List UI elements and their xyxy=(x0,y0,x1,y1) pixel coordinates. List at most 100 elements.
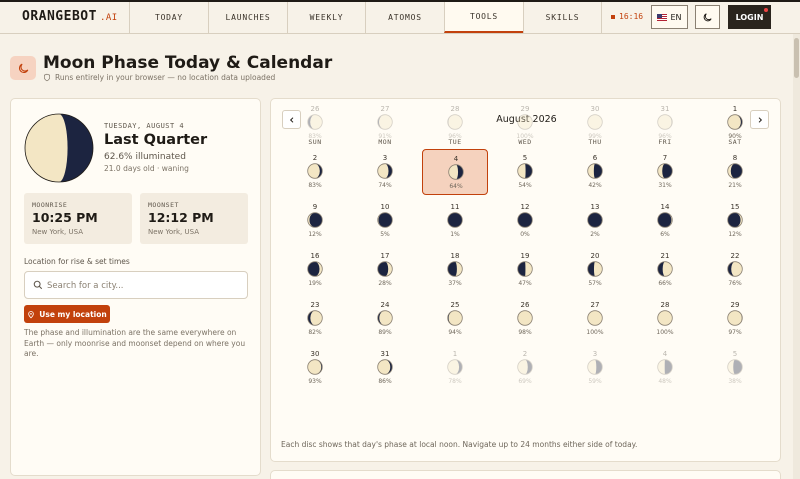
illumination-percent: 100% xyxy=(656,329,674,336)
moon-phase-disc xyxy=(517,359,533,375)
phase-name: Last Quarter xyxy=(104,132,208,148)
moon-phase-disc xyxy=(448,164,464,180)
calendar-day[interactable]: 20 57% xyxy=(562,247,628,293)
moonrise-time: 10:25 PM xyxy=(32,210,98,225)
live-dot-icon xyxy=(611,14,615,19)
moon-phase-disc xyxy=(517,310,533,326)
calendar-day[interactable]: 15 12% xyxy=(702,198,768,244)
calendar-day[interactable]: 27 100% xyxy=(562,296,628,342)
tab-launches[interactable]: LAUNCHES xyxy=(208,2,287,33)
calendar-day[interactable]: 29 97% xyxy=(702,296,768,342)
moon-phase-disc xyxy=(587,261,603,277)
illumination-percent: 83% xyxy=(308,182,322,189)
illumination-percent: 54% xyxy=(518,182,532,189)
day-number: 14 xyxy=(660,203,670,211)
moon-phase-disc xyxy=(587,163,603,179)
weekday-header: THU xyxy=(588,138,602,146)
today-moon-disc xyxy=(24,113,94,183)
moon-phase-disc xyxy=(587,114,603,130)
calendar-day[interactable]: 18 37% xyxy=(422,247,488,293)
calendar-day[interactable]: 13 2% xyxy=(562,198,628,244)
weekday-header: SAT xyxy=(728,138,742,146)
calendar-day[interactable]: 28 100% xyxy=(632,296,698,342)
calendar-day[interactable]: 2 83% xyxy=(282,149,348,195)
tab-today[interactable]: TODAY xyxy=(129,2,208,33)
illumination-percent: 38% xyxy=(728,378,742,385)
login-button[interactable]: LOGIN xyxy=(728,5,771,29)
tab-tools[interactable]: TOOLS xyxy=(444,2,523,33)
calendar-day[interactable]: 24 89% xyxy=(352,296,418,342)
moon-phase-disc xyxy=(657,310,673,326)
day-number: 30 xyxy=(310,350,320,358)
calendar-day[interactable]: 3 74% xyxy=(352,149,418,195)
calendar-day[interactable]: 22 76% xyxy=(702,247,768,293)
day-number: 13 xyxy=(590,203,600,211)
top-nav: ORANGEBOT .AI TODAY LAUNCHES WEEKLY ATOMOS TO… xyxy=(0,0,800,34)
day-number: 16 xyxy=(310,252,320,260)
calendar-day[interactable]: 2 69% xyxy=(492,345,558,391)
illumination-percent: 21% xyxy=(728,182,742,189)
calendar-day-today[interactable]: 4 64% xyxy=(422,149,488,195)
calendar-day[interactable]: 7 31% xyxy=(632,149,698,195)
theme-toggle-button[interactable] xyxy=(695,5,720,29)
calendar-day[interactable]: 10 5% xyxy=(352,198,418,244)
calendar-day[interactable]: 30 93% xyxy=(282,345,348,391)
illumination-percent: 59% xyxy=(588,378,602,385)
use-my-location-button[interactable]: Use my location xyxy=(24,305,110,323)
day-number: 18 xyxy=(450,252,460,260)
calendar-day[interactable]: 11 1% xyxy=(422,198,488,244)
calendar-day[interactable]: 14 6% xyxy=(632,198,698,244)
illumination-percent: 37% xyxy=(448,280,462,287)
moon-phase-disc xyxy=(587,359,603,375)
illumination-percent: 5% xyxy=(380,231,390,238)
calendar-day[interactable]: 1 78% xyxy=(422,345,488,391)
calendar-day[interactable]: 31 86% xyxy=(352,345,418,391)
moon-phase-disc xyxy=(307,114,323,130)
city-search-input[interactable] xyxy=(47,278,242,294)
day-number: 21 xyxy=(660,252,670,260)
calendar-footnote: Each disc shows that day's phase at loca… xyxy=(281,440,638,449)
language-button[interactable]: EN xyxy=(651,5,688,29)
moon-phase-disc xyxy=(307,310,323,326)
illumination-percent: 48% xyxy=(658,378,672,385)
tab-skills[interactable]: SKILLS xyxy=(523,2,602,33)
calendar-day[interactable]: 19 47% xyxy=(492,247,558,293)
logo[interactable]: ORANGEBOT .AI xyxy=(22,9,118,24)
illumination-percent: 69% xyxy=(518,378,532,385)
moon-phase-disc xyxy=(727,114,743,130)
calendar-day[interactable]: 4 48% xyxy=(632,345,698,391)
calendar-day[interactable]: 5 38% xyxy=(702,345,768,391)
moon-phase-disc xyxy=(307,359,323,375)
day-number: 2 xyxy=(522,350,528,358)
clock: 16:16 xyxy=(611,12,643,21)
calendar-day[interactable]: 12 0% xyxy=(492,198,558,244)
day-number: 19 xyxy=(520,252,530,260)
calendar-day[interactable]: 3 59% xyxy=(562,345,628,391)
day-number: 5 xyxy=(522,154,528,162)
calendar-day[interactable]: 25 94% xyxy=(422,296,488,342)
tab-weekly[interactable]: WEEKLY xyxy=(287,2,365,33)
calendar-day[interactable]: 6 42% xyxy=(562,149,628,195)
moon-phase-disc xyxy=(727,310,743,326)
illumination-percent: 100% xyxy=(586,329,604,336)
day-number: 10 xyxy=(380,203,390,211)
weekday-header: TUE xyxy=(448,138,462,146)
illumination-percent: 57% xyxy=(588,280,602,287)
calendar-day[interactable]: 21 66% xyxy=(632,247,698,293)
illumination-percent: 6% xyxy=(660,231,670,238)
calendar-day[interactable]: 23 82% xyxy=(282,296,348,342)
calendar-day[interactable]: 17 28% xyxy=(352,247,418,293)
calendar-day[interactable]: 5 54% xyxy=(492,149,558,195)
calendar-day[interactable]: 16 19% xyxy=(282,247,348,293)
moon-phase-disc xyxy=(447,114,463,130)
calendar-day[interactable]: 9 12% xyxy=(282,198,348,244)
illumination-percent: 31% xyxy=(658,182,672,189)
moon-age: 21.0 days old · waning xyxy=(104,164,189,173)
calendar-day[interactable]: 26 98% xyxy=(492,296,558,342)
illumination-percent: 89% xyxy=(378,329,392,336)
illumination-percent: 93% xyxy=(308,378,322,385)
moon-phase-disc xyxy=(377,114,393,130)
page-scrollbar[interactable] xyxy=(793,34,800,479)
calendar-day[interactable]: 8 21% xyxy=(702,149,768,195)
tab-atomos[interactable]: ATOMOS xyxy=(365,2,444,33)
